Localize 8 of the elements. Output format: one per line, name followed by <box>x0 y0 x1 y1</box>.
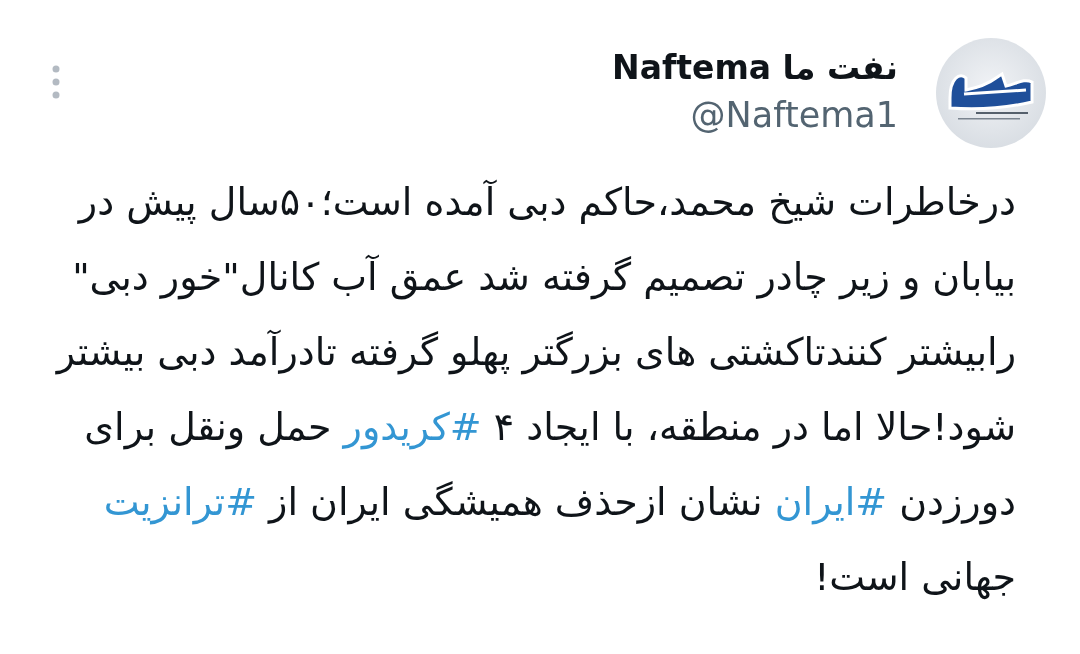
more-options-button[interactable] <box>52 65 60 99</box>
hashtag-link[interactable]: #ترانزیت <box>103 480 257 524</box>
author-name: نفت ما Naftema <box>612 47 898 89</box>
hashtag-link[interactable]: #ایران <box>774 480 888 524</box>
author-handle: @Naftema1 <box>690 94 898 137</box>
more-options-icon <box>52 65 60 99</box>
hashtag-link[interactable]: #کریدور <box>343 405 482 449</box>
tweet-text: درخاطرات شیخ محمد،حاکم دبی آمده است؛۵۰سال پیش در بیابان و زیر چادر تصمیم گرفته شد عمق آب کانال"خور دبی" رابیشتر کنندتاکشتی های بزرگتر پهلو گرفته تادرآمد دبی بیشتر شود!حالا اما در منطقه، با ایجاد ۴ #کریدور حمل ونقل برای دورزدن #ایران نشان ازحذف همیشگی ایران از #ترانزیت جهانی است! <box>54 178 1016 602</box>
